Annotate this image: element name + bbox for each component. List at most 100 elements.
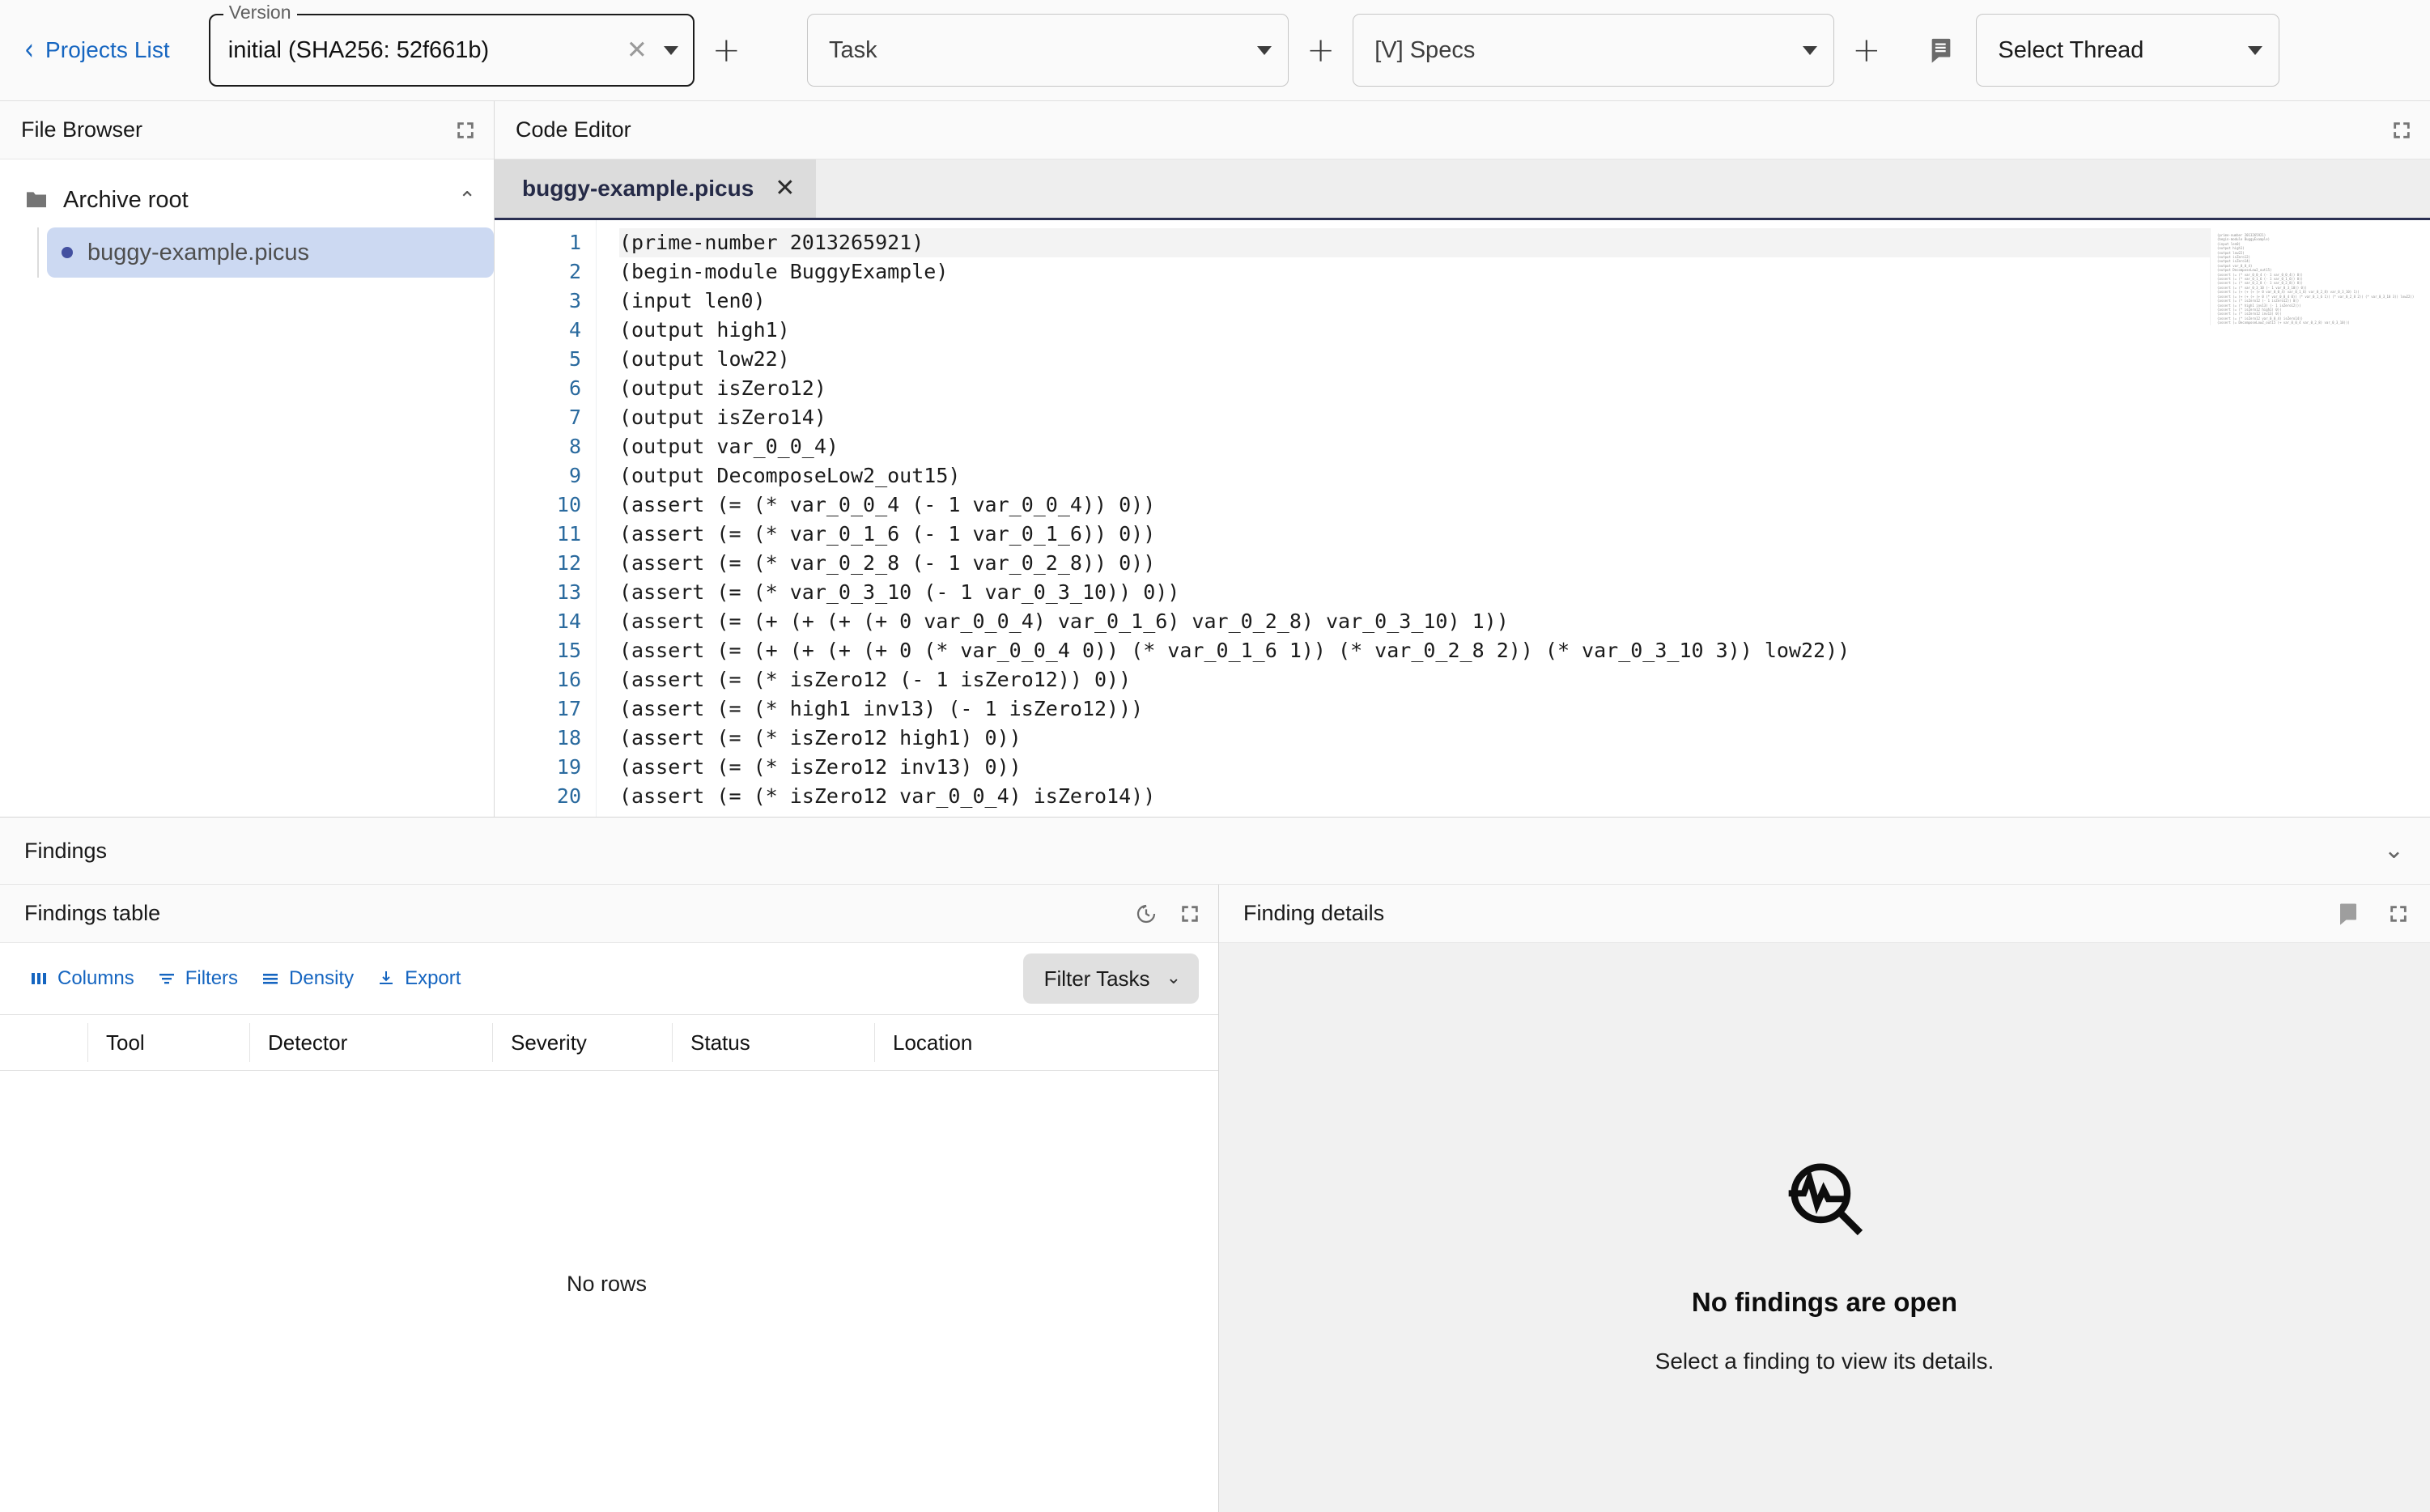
add-spec-button[interactable]: +	[1852, 33, 1880, 67]
line-number: 7	[495, 403, 581, 432]
code-line: (assert (= (* var_0_2_8 (- 1 var_0_2_8))…	[619, 549, 2430, 578]
filter-tasks-label: Filter Tasks	[1044, 966, 1150, 992]
version-value: initial (SHA256: 52f661b)	[228, 37, 617, 64]
task-select-label: Task	[829, 37, 1251, 64]
columns-button[interactable]: Columns	[18, 961, 146, 996]
clear-version-icon[interactable]: ✕	[617, 38, 657, 63]
line-number: 10	[495, 491, 581, 520]
tab-buggy-example-picus[interactable]: buggy-example.picus ✕	[495, 159, 816, 218]
fullscreen-icon[interactable]	[455, 120, 476, 141]
header-cell-tool[interactable]: Tool	[87, 1023, 249, 1062]
thread-select[interactable]: Select Thread	[1976, 14, 2279, 87]
density-icon	[261, 969, 280, 988]
specs-select[interactable]: [V] Specs	[1353, 14, 1834, 87]
tree-file-label: buggy-example.picus	[87, 240, 309, 266]
tree-folder-label: Archive root	[63, 187, 458, 214]
code-text-area[interactable]: (prime-number 2013265921)(begin-module B…	[597, 220, 2430, 817]
findings-section-title: Findings	[24, 839, 2384, 864]
line-number: 9	[495, 461, 581, 491]
code-line: (assert (= (* isZero12 var_0_0_4) isZero…	[619, 782, 2430, 811]
line-number: 19	[495, 753, 581, 782]
close-icon[interactable]: ✕	[775, 176, 795, 201]
findings-section-header: Findings ⌄	[0, 818, 2430, 885]
line-number: 2	[495, 257, 581, 287]
code-line: (assert (= (* var_0_3_10 (- 1 var_0_3_10…	[619, 578, 2430, 607]
code-line: (output low22)	[619, 345, 2430, 374]
history-icon[interactable]	[1134, 902, 1158, 926]
line-number: 17	[495, 694, 581, 724]
code-line: (output high1)	[619, 316, 2430, 345]
density-button[interactable]: Density	[249, 961, 365, 996]
line-number: 13	[495, 578, 581, 607]
add-version-button[interactable]: +	[712, 33, 741, 67]
fullscreen-icon[interactable]	[2391, 120, 2412, 141]
datagrid-toolbar: Columns Filters Density Export Filter Ta…	[0, 943, 1218, 1014]
comment-icon[interactable]	[1927, 36, 1955, 64]
fullscreen-icon[interactable]	[2388, 903, 2409, 924]
header-cell-severity[interactable]: Severity	[492, 1023, 672, 1062]
density-label: Density	[289, 967, 354, 990]
filter-tasks-button[interactable]: Filter Tasks ⌄	[1023, 953, 1199, 1004]
top-toolbar: ‹ Projects List Version initial (SHA256:…	[0, 0, 2430, 101]
file-browser-header: File Browser	[0, 101, 494, 159]
code-line: (output isZero12)	[619, 374, 2430, 403]
tree-folder-archive-root[interactable]: Archive root ⌃	[0, 177, 494, 223]
code-line: (output isZero14)	[619, 403, 2430, 432]
line-number: 18	[495, 724, 581, 753]
chevron-down-icon: ⌄	[1166, 970, 1181, 987]
line-number: 8	[495, 432, 581, 461]
file-browser-title: File Browser	[21, 117, 455, 142]
chevron-down-icon[interactable]	[664, 46, 678, 55]
code-line: (assert (= (* var_0_0_4 (- 1 var_0_0_4))…	[619, 491, 2430, 520]
line-number-gutter: 1234567891011121314151617181920	[495, 220, 597, 817]
code-line: (assert (= (* isZero12 (- 1 isZero12)) 0…	[619, 665, 2430, 694]
findings-table-header: Findings table	[0, 885, 1218, 943]
datagrid-header-row: Tool Detector Severity Status Location	[0, 1014, 1218, 1071]
editor-tabstrip: buggy-example.picus ✕	[495, 159, 2430, 220]
finding-details-header: Finding details	[1219, 885, 2430, 943]
thread-select-label: Select Thread	[1998, 37, 2241, 64]
line-number: 11	[495, 520, 581, 549]
code-line: (input len0)	[619, 287, 2430, 316]
back-chevron-icon: ‹	[24, 35, 34, 66]
header-cell-status[interactable]: Status	[672, 1023, 874, 1062]
header-cell-detector[interactable]: Detector	[249, 1023, 492, 1062]
chevron-up-icon[interactable]: ⌃	[458, 189, 476, 210]
code-minimap[interactable]: (prime-number 2013265921)(begin-module B…	[2210, 228, 2430, 325]
export-label: Export	[405, 967, 461, 990]
version-legend-label: Version	[223, 3, 297, 22]
line-number: 5	[495, 345, 581, 374]
no-rows-message: No rows	[567, 1272, 647, 1297]
finding-details-title: Finding details	[1243, 901, 2309, 926]
filters-button[interactable]: Filters	[146, 961, 249, 996]
code-line: (assert (= (* var_0_1_6 (- 1 var_0_1_6))…	[619, 520, 2430, 549]
fullscreen-icon[interactable]	[1179, 903, 1200, 924]
finding-details-empty-state: No findings are open Select a finding to…	[1219, 943, 2430, 1512]
projects-list-button[interactable]: ‹ Projects List	[24, 37, 170, 63]
code-line: (assert (= (* isZero12 inv13) 0))	[619, 753, 2430, 782]
troubleshoot-search-icon	[1779, 1152, 1870, 1247]
chevron-down-icon[interactable]: ⌄	[2384, 839, 2404, 863]
code-line: (assert (= (* isZero12 high1) 0))	[619, 724, 2430, 753]
code-line: (prime-number 2013265921)	[619, 228, 2430, 257]
chevron-down-icon[interactable]	[1803, 46, 1817, 55]
line-number: 3	[495, 287, 581, 316]
header-cell-location[interactable]: Location	[874, 1023, 1182, 1062]
editor-body: 1234567891011121314151617181920 (prime-n…	[495, 220, 2430, 817]
line-number: 1	[495, 228, 581, 257]
filter-icon	[157, 969, 176, 988]
columns-icon	[29, 969, 49, 988]
header-cell-lead	[0, 1023, 87, 1062]
export-button[interactable]: Export	[365, 961, 472, 996]
add-task-button[interactable]: +	[1306, 33, 1335, 67]
line-number: 16	[495, 665, 581, 694]
code-line: (begin-module BuggyExample)	[619, 257, 2430, 287]
comment-icon[interactable]	[2336, 902, 2360, 926]
version-select[interactable]: Version initial (SHA256: 52f661b) ✕	[209, 14, 695, 87]
chevron-down-icon[interactable]	[2248, 46, 2262, 55]
code-editor-panel: Code Editor buggy-example.picus ✕ 123456…	[495, 101, 2430, 817]
tree-file-buggy-example[interactable]: buggy-example.picus	[47, 227, 494, 278]
file-browser-panel: File Browser Archive root ⌃ buggy-exampl…	[0, 101, 495, 817]
task-select[interactable]: Task	[807, 14, 1289, 87]
chevron-down-icon[interactable]	[1257, 46, 1272, 55]
